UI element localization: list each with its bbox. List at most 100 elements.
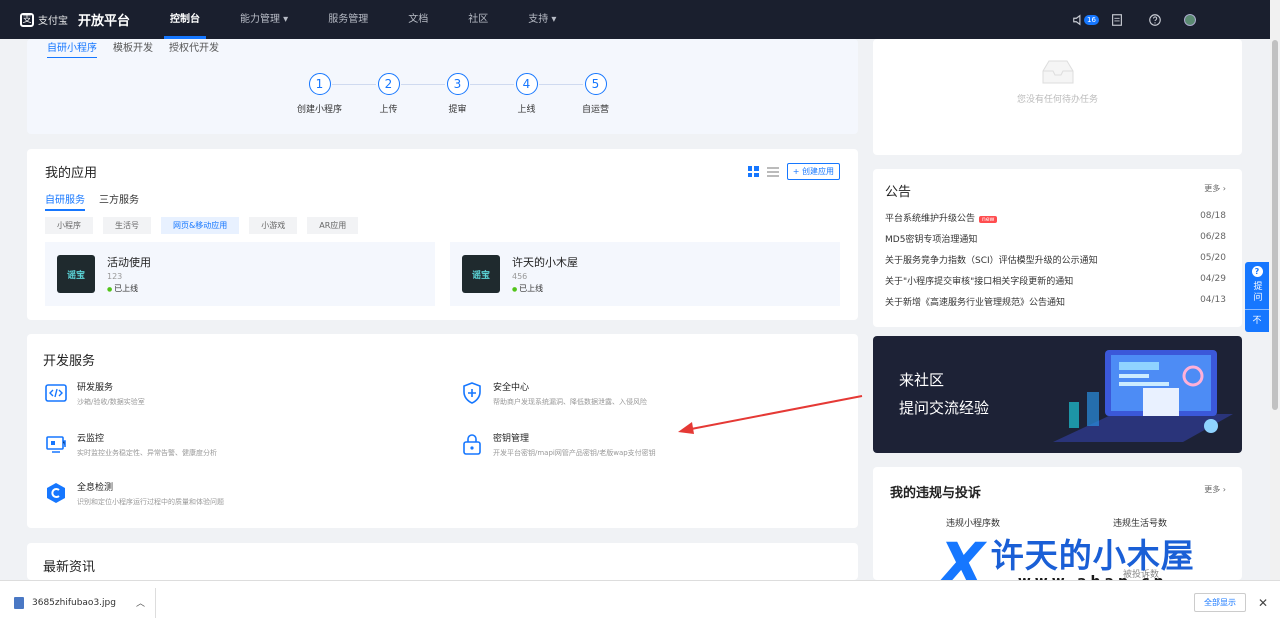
step-3[interactable]: 3 提审	[423, 73, 514, 115]
notice-item[interactable]: 关于"小程序提交审核"接口相关字段更新的通知 04/29	[885, 274, 1226, 287]
step-1[interactable]: 1 创建小程序	[285, 73, 376, 115]
step-4[interactable]: 4 上线	[492, 73, 583, 115]
service-cloud-monitor[interactable]: 云监控 实时监控业务稳定性、异常告警、健康度分析	[43, 431, 217, 458]
download-item[interactable]: 3685zhifubao3.jpg ︿	[14, 587, 156, 618]
scrollbar-thumb[interactable]	[1272, 40, 1278, 410]
notice-date: 06/28	[1200, 232, 1226, 242]
image-file-icon	[14, 596, 24, 609]
tab-third-party-services[interactable]: 三方服务	[99, 191, 139, 211]
app-icon: 谣宝	[57, 255, 95, 293]
notice-item[interactable]: MD5密钥专项治理通知 06/28	[885, 232, 1226, 245]
watermark-title: 许天的小木屋	[990, 536, 1195, 575]
app-tabs: 自研服务 三方服务	[45, 191, 139, 211]
service-title: 安全中心	[493, 383, 530, 393]
nav-capability[interactable]: 能力管理 ▾	[220, 0, 308, 39]
create-app-button[interactable]: + 创建应用	[786, 163, 840, 180]
service-key-management[interactable]: 密钥管理开发平台密钥/mapi网管产品密钥/老版wap支付密钥	[459, 431, 656, 458]
chip-ar-app[interactable]: AR应用	[307, 217, 359, 234]
app-id: 123	[107, 272, 123, 281]
nav-docs[interactable]: 文档	[388, 0, 448, 39]
lock-icon	[459, 431, 485, 457]
notice-date: 04/29	[1200, 274, 1226, 284]
violations-title: 我的违规与投诉	[890, 486, 982, 501]
platform-title: 开放平台	[78, 14, 131, 29]
step-number: 4	[515, 73, 538, 95]
nav-community[interactable]: 社区	[448, 0, 508, 39]
nav-service-mgmt[interactable]: 服务管理	[308, 0, 388, 39]
step-5[interactable]: 5 自运营	[561, 73, 630, 115]
notice-date: 08/18	[1200, 211, 1226, 221]
banner-line-2: 提问交流经验	[899, 399, 990, 417]
step-label: 上线	[517, 105, 536, 115]
collapse-tab-icon[interactable]: 不	[1245, 309, 1269, 326]
service-security[interactable]: 安全中心帮助商户发现系统漏洞、降低数据泄露、入侵风险	[459, 380, 647, 407]
app-name: 许天的小木屋	[512, 256, 578, 269]
new-tag: new	[979, 216, 998, 223]
tab-self-mini-program[interactable]: 自研小程序	[47, 39, 97, 58]
step-label: 提审	[448, 105, 467, 115]
app-status: 已上线	[512, 283, 578, 294]
close-download-bar-button[interactable]: ✕	[1258, 596, 1268, 610]
tasks-card: 您没有任何待办任务	[873, 39, 1242, 155]
top-navbar: 支 支付宝 开放平台 控制台 能力管理 ▾ 服务管理 文档 社区 支持 ▾ 16	[0, 0, 1270, 39]
ask-question-tab[interactable]: ? 提问 不	[1245, 262, 1269, 332]
notification-badge: 16	[1084, 14, 1099, 25]
chip-life-account[interactable]: 生活号	[103, 217, 151, 234]
notices-more-link[interactable]: 更多 ›	[1204, 183, 1226, 194]
notice-text: 关于服务竞争力指数（SCI）评估模型升级的公示通知	[885, 256, 1098, 266]
community-banner[interactable]: 来社区 提问交流经验	[873, 336, 1242, 453]
service-rd[interactable]: 研发服务沙箱/验收/数据实验室	[43, 380, 145, 407]
list-view-icon[interactable]	[766, 166, 779, 177]
monitor-icon	[43, 431, 69, 457]
news-title: 最新资讯	[43, 560, 96, 575]
code-icon	[43, 380, 69, 406]
app-card[interactable]: 谣宝 许天的小木屋 456 已上线	[450, 242, 840, 306]
app-name: 活动使用	[107, 256, 151, 269]
scrollbar[interactable]	[1270, 0, 1280, 580]
service-title: 研发服务	[77, 383, 114, 393]
chevron-up-icon[interactable]: ︿	[136, 596, 145, 609]
document-icon[interactable]	[1108, 11, 1126, 29]
empty-tasks-text: 您没有任何待办任务	[1016, 95, 1098, 105]
service-desc: 帮助商户发现系统漏洞、降低数据泄露、入侵风险	[493, 398, 647, 406]
chip-mini-game[interactable]: 小游戏	[249, 217, 298, 234]
service-desc: 识别和定位小程序运行过程中的质量和体验问题	[77, 498, 224, 506]
violations-more-link[interactable]: 更多 ›	[1204, 484, 1226, 495]
notice-item[interactable]: 关于新增《高速服务行业管理规范》公告通知 04/13	[885, 295, 1226, 308]
help-icon[interactable]	[1146, 11, 1164, 29]
chip-mini-program[interactable]: 小程序	[45, 217, 93, 234]
service-holographic-check[interactable]: 全息检测 识别和定位小程序运行过程中的质量和体验问题	[43, 480, 224, 507]
banner-line-1: 来社区	[899, 371, 945, 389]
show-all-button[interactable]: 全部显示	[1194, 593, 1246, 612]
tab-self-services[interactable]: 自研服务	[45, 191, 85, 211]
question-icon: ?	[1251, 266, 1263, 277]
avatar[interactable]	[1184, 13, 1196, 26]
service-desc: 沙箱/验收/数据实验室	[77, 398, 145, 406]
notice-item[interactable]: 平台系统维护升级公告 new 08/18	[885, 211, 1226, 224]
tab-authorized-dev[interactable]: 授权代开发	[169, 39, 219, 58]
alipay-logo[interactable]: 支 支付宝 开放平台	[20, 10, 150, 29]
tab-template-dev[interactable]: 模板开发	[113, 39, 153, 58]
steps-flow: 1 创建小程序 2 上传 3 提审 4 上线 5 自运营	[285, 73, 630, 115]
view-toggle: + 创建应用	[747, 163, 840, 180]
step-number: 1	[308, 73, 331, 95]
banner-text: 来社区 提问交流经验	[899, 366, 989, 422]
guide-tabs: 自研小程序 模板开发 授权代开发	[47, 39, 219, 58]
service-title: 密钥管理	[493, 434, 530, 444]
step-2[interactable]: 2 上传	[354, 73, 445, 115]
service-desc: 开发平台密钥/mapi网管产品密钥/老版wap支付密钥	[493, 449, 656, 457]
app-card[interactable]: 谣宝 活动使用 123 已上线	[45, 242, 435, 306]
notices-title: 公告	[885, 185, 912, 200]
grid-view-icon[interactable]	[747, 166, 759, 177]
nav-console[interactable]: 控制台	[150, 0, 220, 39]
ask-question-label: 提问	[1251, 281, 1262, 303]
speaker-icon[interactable]: 16	[1070, 11, 1099, 29]
chip-web-mobile-app[interactable]: 网页&移动应用	[161, 217, 240, 234]
notice-item[interactable]: 关于服务竞争力指数（SCI）评估模型升级的公示通知 05/20	[885, 253, 1226, 266]
step-label: 上传	[379, 105, 398, 115]
notice-date: 04/13	[1200, 295, 1226, 305]
shield-icon	[459, 380, 485, 406]
alipay-logo-icon: 支	[20, 12, 34, 27]
violations-mini-program-label: 违规小程序数	[946, 519, 1001, 529]
nav-support[interactable]: 支持 ▾	[508, 0, 576, 39]
